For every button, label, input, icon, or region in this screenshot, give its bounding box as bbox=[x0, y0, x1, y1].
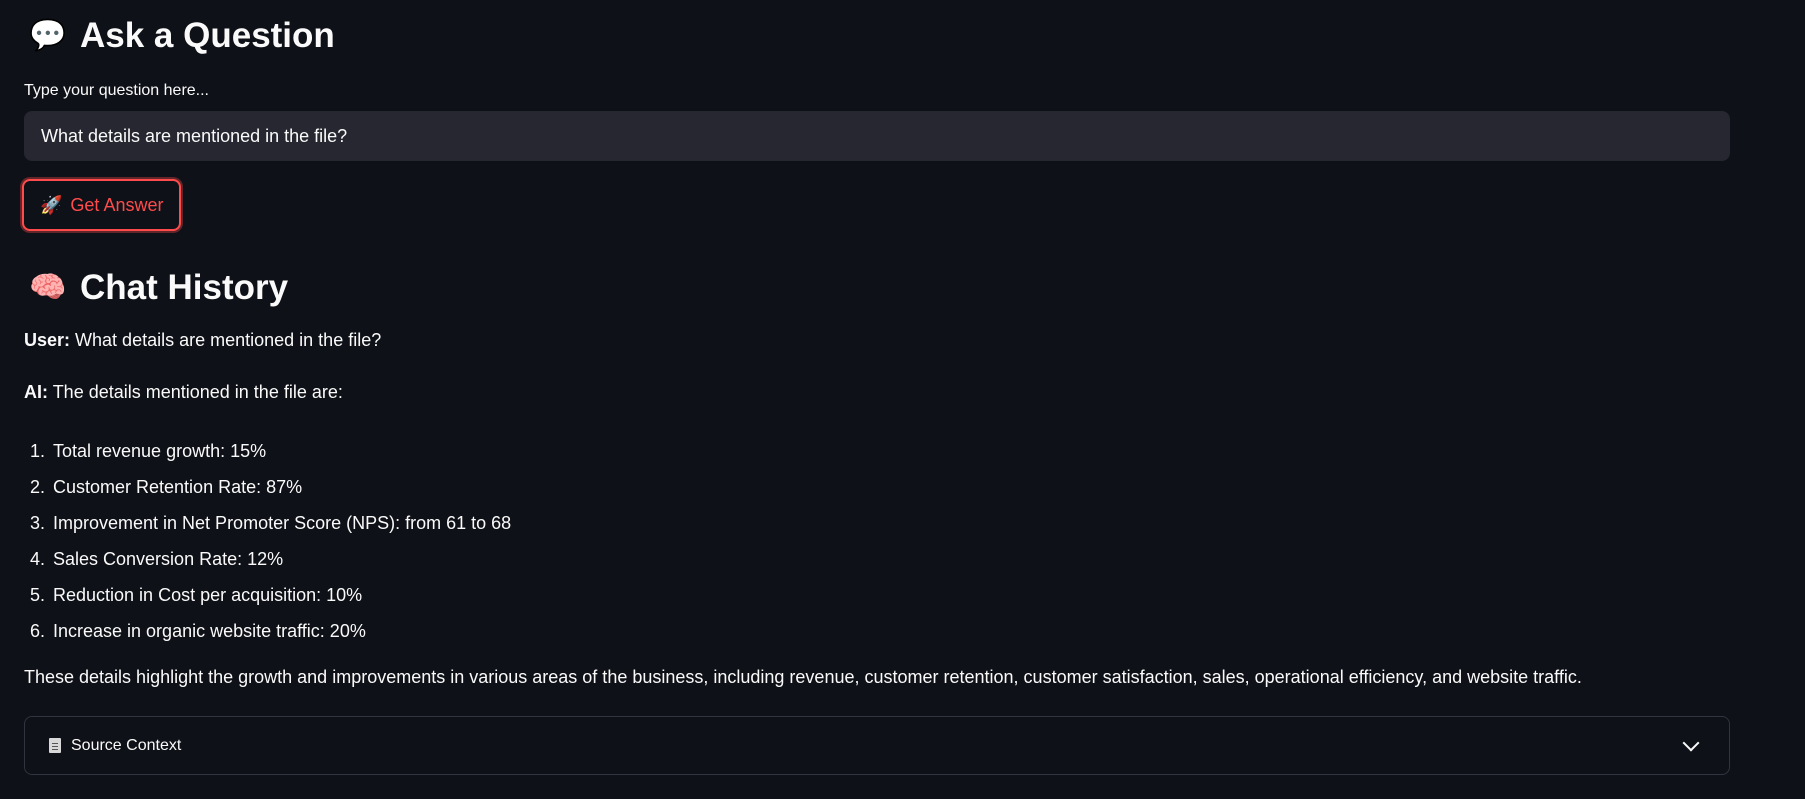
chat-heading-text: Chat History bbox=[80, 268, 289, 307]
list-item: 6. Increase in organic website traffic: 2… bbox=[24, 613, 511, 649]
list-item: 2. Customer Retention Rate: 87% bbox=[24, 469, 511, 505]
ai-prefix: AI: bbox=[24, 382, 48, 402]
list-item-number: 3. bbox=[29, 512, 45, 533]
list-item-number: 5. bbox=[29, 584, 45, 605]
ai-intro-text: The details mentioned in the file are: bbox=[52, 382, 343, 402]
list-item: 4. Sales Conversion Rate: 12% bbox=[24, 541, 511, 577]
ask-heading-text: Ask a Question bbox=[80, 16, 335, 55]
brain-icon: 🧠 bbox=[29, 269, 67, 305]
get-answer-button[interactable]: 🚀 Get Answer bbox=[22, 179, 182, 231]
ai-details-list: 1. Total revenue growth: 15% 2. Customer R… bbox=[24, 433, 511, 649]
chat-history-heading: 🧠 Chat History bbox=[28, 270, 288, 305]
user-prefix: User: bbox=[24, 330, 71, 350]
document-icon bbox=[49, 738, 61, 753]
list-item: 1. Total revenue growth: 15% bbox=[24, 433, 511, 469]
chevron-down-icon[interactable] bbox=[1682, 734, 1700, 751]
ai-summary: These details highlight the growth and i… bbox=[24, 667, 1582, 687]
source-context-label: Source Context bbox=[71, 736, 182, 754]
get-answer-label: Get Answer bbox=[70, 194, 164, 215]
ai-message-intro: AI: The details mentioned in the file ar… bbox=[24, 382, 343, 403]
source-context-expander[interactable]: Source Context bbox=[24, 716, 1730, 775]
speech-bubble-icon: 💬 bbox=[29, 17, 67, 53]
list-item: 5. Reduction in Cost per acquisition: 10% bbox=[24, 577, 511, 613]
list-item-number: 6. bbox=[29, 620, 45, 641]
rocket-icon: 🚀 bbox=[40, 194, 63, 216]
ask-question-heading: 💬 Ask a Question bbox=[28, 16, 335, 55]
list-item-number: 2. bbox=[29, 476, 45, 497]
list-item-text: Total revenue growth: 15% bbox=[53, 440, 267, 461]
list-item-text: Increase in organic website traffic: 20% bbox=[53, 620, 366, 641]
list-item-text: Sales Conversion Rate: 12% bbox=[53, 548, 284, 569]
list-item-number: 4. bbox=[29, 548, 45, 569]
list-item-text: Improvement in Net Promoter Score (NPS):… bbox=[53, 512, 512, 533]
list-item-text: Customer Retention Rate: 87% bbox=[53, 476, 303, 497]
question-input-label: Type your question here... bbox=[24, 82, 209, 99]
app-main: 💬 Ask a Question Type your question here… bbox=[0, 0, 1805, 799]
list-item-number: 1. bbox=[29, 440, 45, 461]
list-item: 3. Improvement in Net Promoter Score (NPS… bbox=[24, 505, 511, 541]
user-message: User: What details are mentioned in the … bbox=[24, 330, 381, 351]
list-item-text: Reduction in Cost per acquisition: 10% bbox=[53, 584, 363, 605]
user-message-text: What details are mentioned in the file? bbox=[75, 330, 382, 350]
question-input[interactable] bbox=[24, 111, 1730, 161]
